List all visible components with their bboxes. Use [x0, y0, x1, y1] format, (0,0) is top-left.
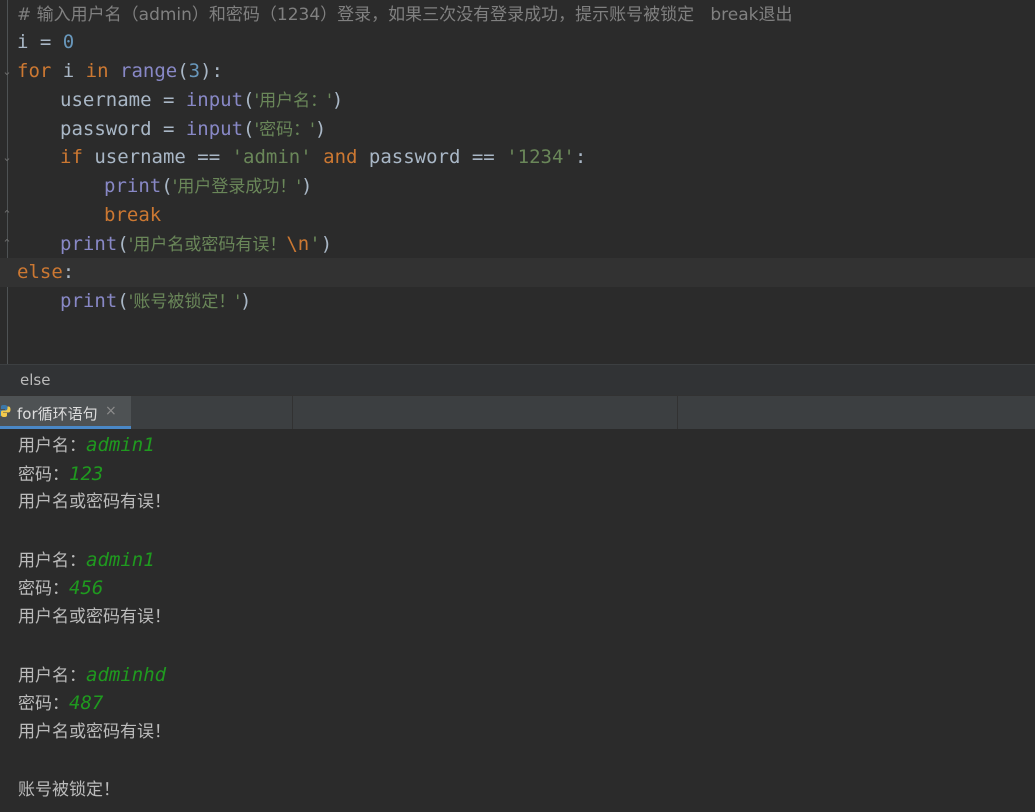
- pycharm-window: ⌄ ⌄ ⌃ ⌃ # 输入用户名（admin）和密码（1234）登录，如果三次没有…: [0, 0, 1035, 812]
- token: in: [85, 60, 109, 82]
- token: if: [60, 146, 83, 168]
- fold-if-icon[interactable]: ⌄: [2, 152, 12, 163]
- code-line-6: print('用户登录成功！'): [17, 172, 312, 201]
- console-line: 用户名或密码有误！: [18, 492, 171, 512]
- console-line: 用户名：adminhd: [18, 661, 166, 690]
- console-line: 用户名：admin1: [18, 546, 155, 575]
- token: ):: [200, 60, 223, 82]
- prompt-text: 用户名：: [18, 666, 86, 686]
- breadcrumb[interactable]: else: [0, 364, 1035, 395]
- code-line-4: password = input('密码：'): [17, 115, 326, 144]
- tab-divider: [292, 396, 293, 429]
- console-line: 账号被锁定！: [18, 780, 120, 800]
- token: (: [243, 89, 255, 111]
- token: username =: [60, 89, 186, 111]
- token: ': [309, 233, 321, 255]
- code-line-9-current: else:: [0, 258, 1035, 287]
- prompt-text: 用户名：: [18, 551, 86, 571]
- prompt-text: 密码：: [18, 694, 69, 714]
- run-tab[interactable]: for循环语句 ×: [0, 396, 131, 429]
- user-input-text: 487: [69, 692, 104, 714]
- token: (: [117, 290, 129, 312]
- user-input-text: 123: [69, 463, 104, 485]
- user-input-text: admin1: [86, 549, 155, 571]
- token: ): [320, 233, 333, 255]
- run-console[interactable]: 用户名：admin1 密码：123 用户名或密码有误！ 用户名：admin1 密…: [0, 429, 1035, 812]
- token: :: [62, 261, 75, 283]
- console-line: 用户名或密码有误！: [18, 607, 171, 627]
- token: range: [120, 60, 178, 82]
- prompt-text: 密码：: [18, 465, 69, 485]
- code-comment-line: # 输入用户名（admin）和密码（1234）登录，如果三次没有登录成功，提示账…: [17, 0, 793, 29]
- token: break: [104, 204, 162, 226]
- code-line-2: for i in range(3):: [17, 57, 223, 86]
- token: input: [185, 118, 244, 140]
- code-line-5: if username == 'admin' and password == '…: [17, 143, 586, 172]
- token: else: [17, 261, 63, 283]
- token: =: [28, 31, 63, 53]
- token: :: [574, 146, 587, 168]
- user-input-text: 456: [69, 577, 104, 599]
- token: password =: [60, 118, 186, 140]
- python-icon: [0, 405, 11, 417]
- console-line: 密码：487: [18, 689, 103, 718]
- user-input-text: adminhd: [86, 664, 167, 686]
- token: ): [314, 118, 327, 140]
- prompt-text: 密码：: [18, 579, 69, 599]
- token: (: [161, 175, 173, 197]
- comment-text: # 输入用户名（admin）和密码（1234）登录，如果三次没有登录成功，提示账…: [17, 5, 793, 25]
- token: input: [185, 89, 244, 111]
- token: '用户名或密码有误！: [128, 235, 287, 255]
- token: 0: [62, 31, 75, 53]
- code-editor[interactable]: ⌄ ⌄ ⌃ ⌃ # 输入用户名（admin）和密码（1234）登录，如果三次没有…: [0, 0, 1035, 364]
- code-line-3: username = input('用户名：'): [17, 86, 343, 115]
- token: '1234': [506, 146, 575, 168]
- token: i: [17, 31, 29, 53]
- breadcrumb-item[interactable]: else: [20, 371, 50, 389]
- console-line: 用户名：admin1: [18, 431, 155, 460]
- token: username ==: [82, 146, 232, 168]
- token: i: [51, 60, 86, 82]
- token: ): [301, 175, 313, 197]
- token: ): [331, 89, 344, 111]
- token: ): [240, 290, 252, 312]
- fold-end-for-icon[interactable]: ⌃: [2, 238, 12, 249]
- code-line-8: print('用户名或密码有误！\n'): [17, 230, 332, 259]
- code-line-1: i = 0: [17, 28, 74, 57]
- token: (: [177, 60, 189, 82]
- fold-end-if-icon[interactable]: ⌃: [2, 209, 12, 220]
- console-line: 密码：123: [18, 460, 103, 489]
- gutter-divider: [7, 0, 8, 364]
- token: print: [104, 175, 162, 197]
- fold-for-icon[interactable]: ⌄: [2, 66, 12, 77]
- token: '用户名：': [254, 91, 332, 111]
- token: for: [17, 60, 52, 82]
- close-icon[interactable]: ×: [105, 403, 117, 419]
- token: '用户登录成功！': [172, 177, 302, 197]
- token: \n: [286, 233, 310, 255]
- console-line: 密码：456: [18, 574, 103, 603]
- token: and: [323, 146, 358, 168]
- token: 3: [188, 60, 201, 82]
- console-line: 用户名或密码有误！: [18, 722, 171, 742]
- tab-divider: [677, 396, 678, 429]
- run-tabbar: for循环语句 ×: [0, 395, 1035, 429]
- code-line-10: print('账号被锁定！'): [17, 287, 251, 316]
- token: print: [60, 290, 118, 312]
- token: '密码：': [254, 120, 315, 140]
- token: '账号被锁定！': [128, 292, 241, 312]
- token: (: [117, 233, 129, 255]
- token: password ==: [357, 146, 507, 168]
- user-input-text: admin1: [86, 434, 155, 456]
- token: (: [243, 118, 255, 140]
- token: 'admin': [231, 146, 312, 168]
- prompt-text: 用户名：: [18, 436, 86, 456]
- code-line-7: break: [17, 201, 161, 230]
- token: print: [60, 233, 118, 255]
- run-tab-label: for循环语句: [17, 405, 98, 423]
